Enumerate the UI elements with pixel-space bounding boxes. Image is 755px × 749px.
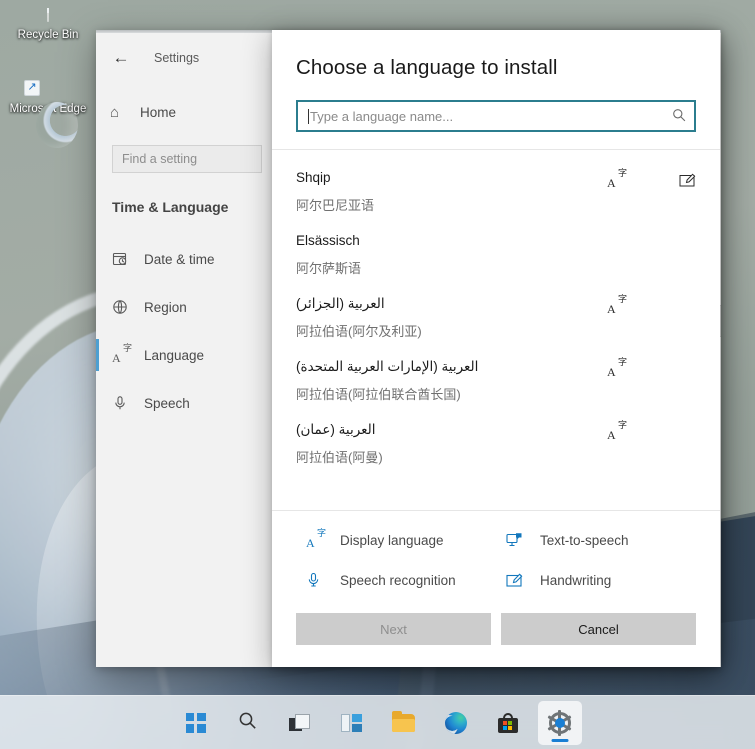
file-explorer-button[interactable] — [382, 701, 426, 745]
shortcut-arrow-icon: ↗ — [24, 80, 40, 96]
widgets-button[interactable] — [330, 701, 374, 745]
handwriting-icon — [676, 169, 698, 191]
language-native-name: Elsässisch — [296, 233, 360, 248]
sidebar-item-label: Region — [144, 299, 187, 315]
list-item[interactable]: العربية (الإمارات العربية المتحدة) 阿拉伯语(… — [272, 349, 720, 412]
find-a-setting-placeholder: Find a setting — [122, 152, 198, 166]
legend-speech-recognition: Speech recognition — [306, 565, 506, 595]
list-item[interactable]: Shqip 阿尔巴尼亚语 A字 — [272, 160, 720, 223]
sidebar-header: ← Settings — [96, 41, 274, 75]
sidebar-item-date-time[interactable]: Date & time — [96, 235, 274, 283]
back-button[interactable]: ← — [106, 43, 136, 73]
display-language-icon: A字 — [607, 357, 627, 379]
text-caret — [308, 108, 309, 124]
home-icon: ⌂ — [110, 103, 120, 121]
feature-legend: A字 Display language Text-to-speech Speec… — [272, 510, 720, 605]
language-search-input[interactable]: Type a language name... — [296, 100, 696, 132]
language-translated-name: 阿尔萨斯语 — [296, 261, 362, 276]
sidebar-item-label: Home — [140, 104, 177, 120]
display-language-icon: A字 — [607, 168, 627, 190]
legend-text-to-speech: Text-to-speech — [506, 525, 720, 555]
translate-icon: A字 — [306, 528, 326, 550]
globe-icon — [112, 299, 144, 315]
sidebar-section-header: Time & Language — [112, 199, 229, 215]
task-view-button[interactable] — [278, 701, 322, 745]
language-native-name: العربية (الجزائر) — [296, 296, 385, 311]
microsoft-store-icon — [497, 712, 518, 733]
windows-logo-icon — [185, 712, 206, 733]
language-list[interactable]: Shqip 阿尔巴尼亚语 A字 Elsässisch 阿尔萨斯语 العربية… — [272, 150, 720, 510]
desktop-icon-recycle-bin[interactable]: ♻ Recycle Bin — [6, 8, 90, 42]
text-to-speech-icon — [506, 532, 540, 548]
widgets-icon — [341, 713, 362, 732]
search-button[interactable] — [226, 701, 270, 745]
desktop-icon-label: Recycle Bin — [17, 29, 79, 41]
settings-sidebar: ← Settings ⌂ Home Find a setting Time & … — [96, 33, 274, 667]
language-native-name: العربية (الإمارات العربية المتحدة) — [296, 359, 479, 374]
settings-button[interactable] — [537, 700, 582, 745]
find-a-setting-input[interactable]: Find a setting — [112, 145, 262, 173]
language-translated-name: 阿尔巴尼亚语 — [296, 198, 375, 213]
legend-label: Display language — [340, 532, 444, 548]
display-language-icon: A字 — [607, 294, 627, 316]
language-native-name: Shqip — [296, 170, 331, 185]
language-translated-name: 阿拉伯语(阿曼) — [296, 450, 383, 465]
cancel-button[interactable]: Cancel — [501, 613, 696, 645]
microphone-icon — [112, 395, 144, 411]
taskbar — [0, 695, 755, 749]
search-icon — [238, 711, 257, 734]
choose-language-dialog: Choose a language to install Type a lang… — [272, 30, 720, 667]
legend-label: Handwriting — [540, 572, 612, 588]
list-item[interactable]: Elsässisch 阿尔萨斯语 — [272, 223, 720, 286]
sidebar-item-speech[interactable]: Speech — [96, 379, 274, 427]
search-icon — [672, 108, 686, 125]
language-search-wrapper: Type a language name... — [296, 100, 696, 132]
dialog-button-row: Next Cancel — [272, 605, 720, 667]
legend-handwriting: Handwriting — [506, 565, 720, 595]
legend-label: Text-to-speech — [540, 532, 629, 548]
calendar-clock-icon — [112, 251, 144, 267]
sidebar-item-label: Language — [144, 347, 205, 363]
sidebar-item-label: Speech — [144, 395, 190, 411]
sidebar-item-region[interactable]: Region — [96, 283, 274, 331]
language-native-name: العربية (عمان) — [296, 422, 376, 437]
desktop-icon-microsoft-edge[interactable]: ↗ Microsoft Edge — [6, 80, 90, 116]
desktop: ♻ Recycle Bin ↗ Microsoft Edge ← Setting… — [0, 0, 755, 749]
task-view-icon — [288, 713, 311, 732]
handwriting-icon — [506, 573, 540, 588]
sidebar-item-language[interactable]: A字 Language — [96, 331, 274, 379]
next-button[interactable]: Next — [296, 613, 491, 645]
start-button[interactable] — [174, 701, 218, 745]
language-translated-name: 阿拉伯语(阿拉伯联合酋长国) — [296, 387, 461, 402]
microsoft-edge-icon — [444, 711, 467, 734]
recycle-bin-icon: ♻ — [6, 8, 90, 22]
dialog-title: Choose a language to install — [296, 56, 558, 79]
microphone-icon — [306, 572, 340, 588]
translate-icon: A字 — [112, 343, 132, 365]
list-item[interactable]: العربية (عمان) 阿拉伯语(阿曼) A字 — [272, 412, 720, 475]
sidebar-item-label: Date & time — [144, 251, 215, 267]
legend-display-language: A字 Display language — [306, 525, 506, 555]
language-translated-name: 阿拉伯语(阿尔及利亚) — [296, 324, 422, 339]
display-language-icon: A字 — [607, 420, 627, 442]
sidebar-nav-list: Date & time Region A字 Language Speech — [96, 235, 274, 427]
legend-label: Speech recognition — [340, 572, 456, 588]
window-title: Settings — [154, 51, 200, 65]
sidebar-item-home[interactable]: ⌂ Home — [96, 93, 274, 131]
language-search-placeholder: Type a language name... — [310, 108, 454, 124]
edge-button[interactable] — [434, 701, 478, 745]
list-item[interactable]: العربية (الجزائر) 阿拉伯语(阿尔及利亚) A字 — [272, 286, 720, 349]
gear-icon — [547, 709, 572, 736]
folder-icon — [392, 710, 415, 732]
store-button[interactable] — [486, 701, 530, 745]
